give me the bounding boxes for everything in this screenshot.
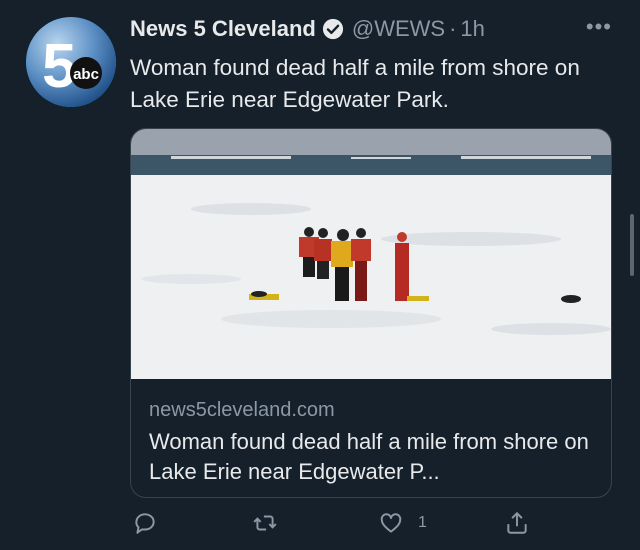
share-icon	[507, 511, 527, 534]
card-title: Woman found dead half a mile from shore …	[149, 429, 589, 484]
card-domain: news5cleveland.com	[149, 399, 335, 421]
abc-5-logo-icon: 5 abc	[26, 17, 116, 107]
retweet-icon	[253, 515, 277, 531]
avatar[interactable]: 5 abc	[26, 17, 116, 107]
separator-dot: ·	[449, 16, 457, 41]
card-image[interactable]	[131, 129, 611, 379]
heart-icon	[380, 513, 402, 533]
verified-badge-icon	[322, 18, 343, 40]
reply-button[interactable]	[132, 510, 158, 536]
link-card[interactable]: news5cleveland.com Woman found dead half…	[130, 128, 612, 498]
svg-text:abc: abc	[73, 66, 99, 83]
reply-icon	[135, 513, 155, 534]
like-count: 1	[418, 514, 427, 531]
tweet-actions: 1	[130, 510, 530, 542]
scrollbar[interactable]	[630, 214, 634, 276]
tweet-header: News 5 Cleveland @WEWS · 1h •••	[130, 14, 624, 44]
svg-text:5: 5	[42, 32, 76, 101]
retweet-button[interactable]	[252, 510, 278, 536]
display-name[interactable]: News 5 Cleveland	[130, 16, 316, 42]
tweet-text: Woman found dead half a mile from shore …	[130, 55, 580, 112]
more-options-icon[interactable]: •••	[586, 14, 612, 40]
share-button[interactable]	[504, 510, 530, 536]
handle[interactable]: @WEWS	[352, 16, 445, 42]
like-button[interactable]: 1	[378, 510, 427, 536]
timestamp[interactable]: 1h	[460, 16, 484, 42]
